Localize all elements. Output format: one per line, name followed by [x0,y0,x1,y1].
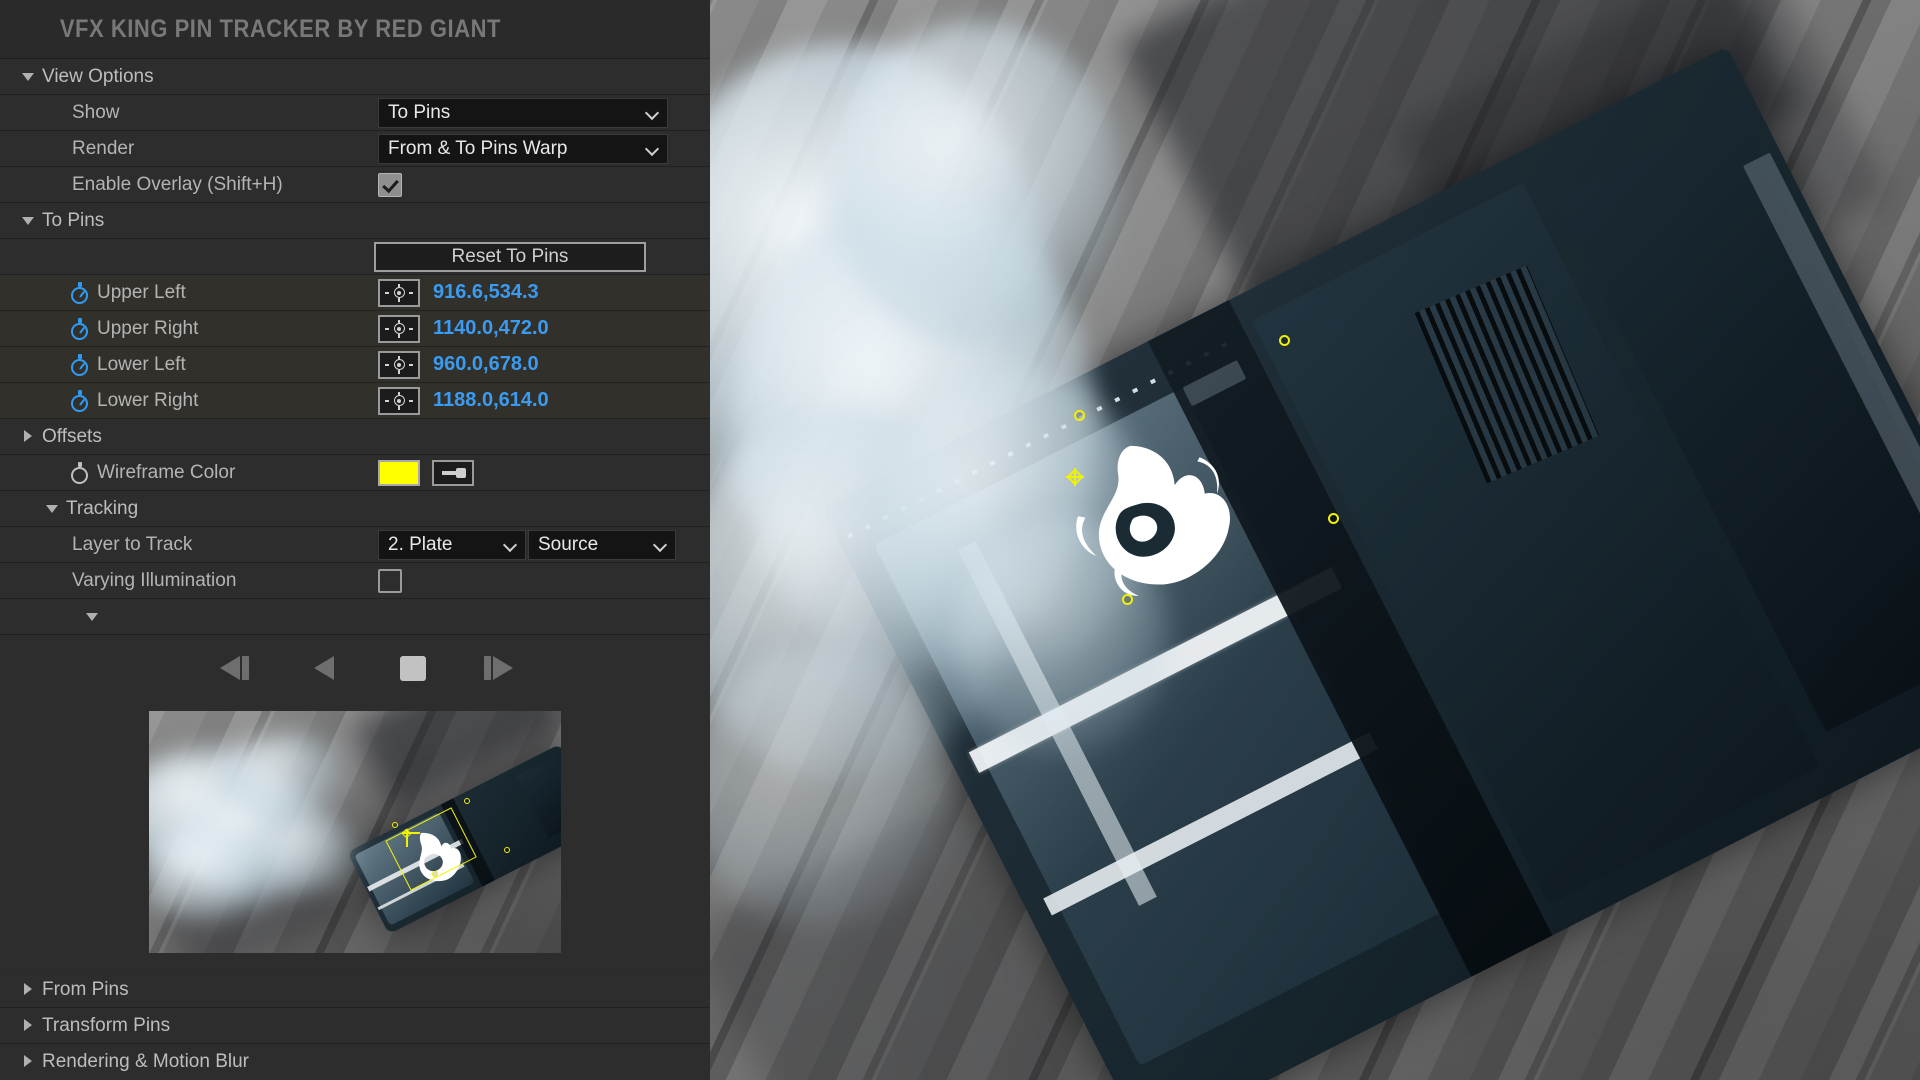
property-row-lower-left: Lower Left 960.0,678.0 [0,347,710,383]
play-forward-icon [493,656,513,680]
center-pin-icon[interactable] [1066,468,1085,487]
value-upper-left[interactable]: 916.6,534.3 [433,281,539,304]
track-preview-thumbnail[interactable] [149,711,561,953]
stopwatch-icon[interactable] [70,389,90,412]
property-row-enable-overlay: Enable Overlay (Shift+H) [0,167,710,203]
wireframe-color-swatch[interactable] [378,459,420,486]
property-row-upper-left: Upper Left 916.6,534.3 [0,275,710,311]
property-row-show: Show To Pins [0,95,710,131]
disclosure-triangle-icon[interactable] [20,1053,38,1071]
render-dropdown[interactable]: From & To Pins Warp [378,133,668,164]
disclosure-triangle-icon[interactable] [20,1017,38,1035]
label-lower-left: Lower Left [97,353,186,375]
section-label-to-pins: To Pins [42,209,105,231]
eyedropper-icon[interactable] [432,459,474,486]
property-row-varying-illumination: Varying Illumination [0,563,710,599]
pin-target-icon[interactable] [378,350,420,379]
section-label-tracking: Tracking [66,497,139,519]
section-label-view-options: View Options [42,65,154,87]
disclosure-triangle-icon[interactable] [44,500,62,518]
section-header-from-pins[interactable]: From Pins [0,972,710,1008]
wireframe-quad [710,0,1920,1080]
layer-to-track-value: 2. Plate [388,533,453,555]
corner-pin-upper-left[interactable] [1073,410,1085,422]
stopwatch-icon[interactable] [70,461,90,484]
label-enable-overlay: Enable Overlay (Shift+H) [72,173,283,195]
stop-icon [400,656,426,681]
section-header-rendering-motion-blur[interactable]: Rendering & Motion Blur [0,1044,710,1080]
chevron-down-icon [655,539,666,550]
show-dropdown-value: To Pins [388,101,451,123]
property-row-wireframe-color: Wireframe Color [0,455,710,491]
track-source-value: Source [538,533,599,555]
track-forward-button[interactable] [482,651,522,685]
label-wireframe-color: Wireframe Color [97,461,236,483]
label-varying-illumination: Varying Illumination [72,569,237,591]
composition-scene [710,0,1920,1080]
label-upper-right: Upper Right [97,317,199,339]
tracking-transport-controls [0,635,710,701]
section-header-to-pins[interactable]: To Pins [0,203,710,239]
chevron-down-icon [647,143,658,154]
disclosure-triangle-icon[interactable] [84,608,102,626]
value-upper-right[interactable]: 1140.0,472.0 [433,317,549,340]
corner-pin-upper-right[interactable] [1279,334,1291,346]
show-dropdown[interactable]: To Pins [378,97,668,128]
track-source-dropdown[interactable]: Source [528,529,676,560]
disclosure-triangle-icon[interactable] [20,428,38,446]
disclosure-triangle-icon[interactable] [20,68,38,86]
pin-target-icon[interactable] [378,386,420,415]
stop-tracking-button[interactable] [394,651,434,685]
section-header-view-options[interactable]: View Options [0,59,710,95]
effect-controls-panel: VFX KING PIN TRACKER BY RED GIANT View O… [0,0,710,1080]
label-show: Show [72,101,120,123]
corner-pin-lower-right[interactable] [1327,512,1339,524]
value-lower-right[interactable]: 1188.0,614.0 [433,389,549,412]
property-row-upper-right: Upper Right 1140.0,472.0 [0,311,710,347]
stopwatch-icon[interactable] [70,281,90,304]
property-row-render: Render From & To Pins Warp [0,131,710,167]
step-back-start-icon [220,656,240,680]
label-render: Render [72,137,135,159]
enable-overlay-checkbox[interactable] [378,172,402,197]
chevron-down-icon [647,107,658,118]
section-header-transform-pins[interactable]: Transform Pins [0,1008,710,1044]
row-reset-to-pins: Reset To Pins [0,239,710,275]
reset-to-pins-button[interactable]: Reset To Pins [374,241,646,272]
label-layer-to-track: Layer to Track [72,533,193,555]
corner-pin-overlay [710,0,1920,1080]
track-backward-to-start-button[interactable] [218,651,258,685]
varying-illumination-checkbox[interactable] [378,568,402,593]
section-label-transform-pins: Transform Pins [42,1014,171,1036]
panel-title: VFX KING PIN TRACKER BY RED GIANT [59,14,502,43]
property-row-layer-to-track: Layer to Track 2. Plate Source [0,527,710,563]
section-header-offsets[interactable]: Offsets [0,419,710,455]
chevron-down-icon [505,539,516,550]
disclosure-triangle-icon[interactable] [20,981,38,999]
value-lower-left[interactable]: 960.0,678.0 [433,353,539,376]
property-row-lower-right: Lower Right 1188.0,614.0 [0,383,710,419]
corner-pin-lower-left[interactable] [1121,593,1133,605]
play-back-icon [314,656,334,680]
layer-to-track-dropdown[interactable]: 2. Plate [378,529,526,560]
track-backward-button[interactable] [306,651,346,685]
section-header-tracking[interactable]: Tracking [0,491,710,527]
section-label-offsets: Offsets [42,425,102,447]
track-preview-container [0,701,710,971]
stopwatch-icon[interactable] [70,353,90,376]
pin-target-icon[interactable] [378,314,420,343]
stopwatch-icon[interactable] [70,317,90,340]
label-lower-right: Lower Right [97,389,199,411]
disclosure-triangle-icon[interactable] [20,212,38,230]
pin-target-icon[interactable] [378,278,420,307]
effect-controls-window: VFX KING PIN TRACKER BY RED GIANT View O… [0,0,1920,1080]
render-dropdown-value: From & To Pins Warp [388,137,568,159]
label-upper-left: Upper Left [97,281,186,303]
section-label-from-pins: From Pins [42,978,129,1000]
section-label-rendering-motion-blur: Rendering & Motion Blur [42,1051,249,1072]
composition-viewport[interactable] [710,0,1920,1080]
row-tracking-more[interactable] [0,599,710,635]
